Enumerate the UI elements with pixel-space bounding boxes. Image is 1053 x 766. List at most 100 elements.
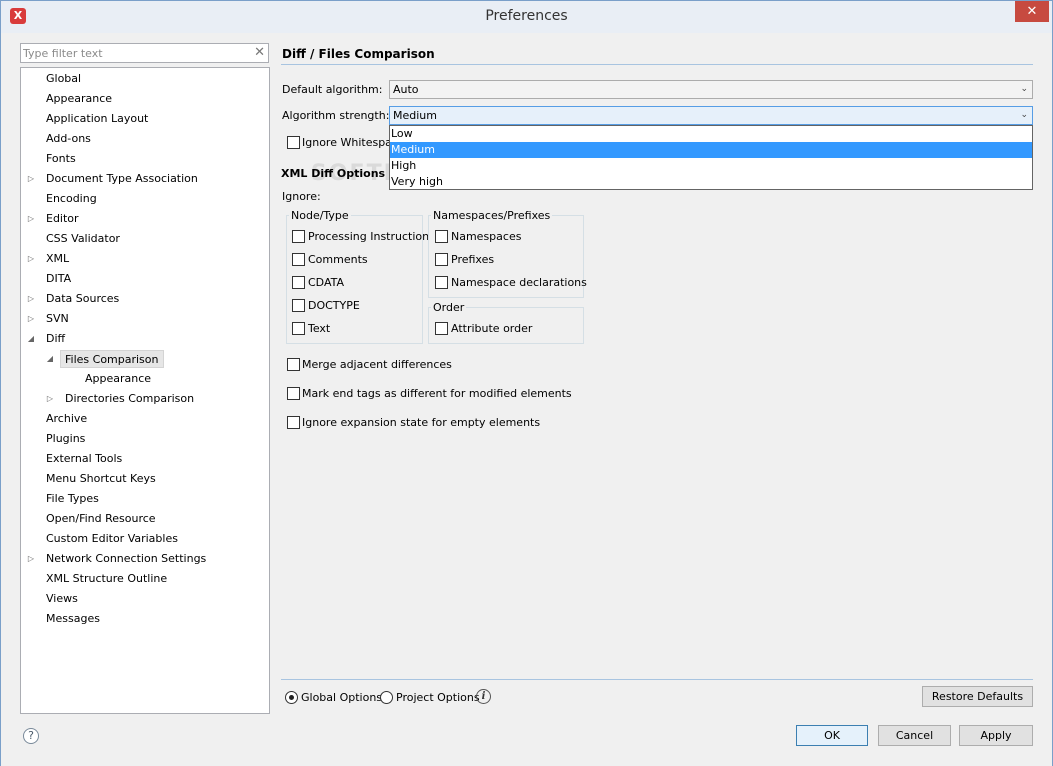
dialog-content: ✕ Global Appearance Application Layout Add-… xyxy=(1,33,1052,766)
filter-input[interactable] xyxy=(23,45,249,61)
tree-item[interactable]: ◢ Diff xyxy=(21,329,269,349)
default-algorithm-select[interactable]: Auto ⌄ xyxy=(389,80,1033,99)
ignore-whitespace-checkbox[interactable] xyxy=(287,136,300,149)
tree-expanded-icon[interactable]: ◢ xyxy=(45,349,55,369)
tree-item-label: Editor xyxy=(46,212,79,225)
tree-item[interactable]: Open/Find Resource xyxy=(21,509,269,529)
page-title: Diff / Files Comparison xyxy=(282,47,435,61)
tree-item[interactable]: Fonts xyxy=(21,149,269,169)
chevron-down-icon: ⌄ xyxy=(1020,110,1028,120)
chevron-down-icon: ⌄ xyxy=(1020,84,1028,94)
node-type-option-checkbox[interactable] xyxy=(292,276,305,289)
options-divider xyxy=(281,679,1033,680)
tree-expanded-icon[interactable]: ◢ xyxy=(26,329,36,349)
close-window-button[interactable]: ✕ xyxy=(1015,1,1049,22)
node-type-option-label: CDATA xyxy=(308,276,345,289)
tree-item[interactable]: DITA xyxy=(21,269,269,289)
tree-item[interactable]: CSS Validator xyxy=(21,229,269,249)
tree-item[interactable]: Add-ons xyxy=(21,129,269,149)
tree-item-label: Custom Editor Variables xyxy=(46,532,178,545)
tree-item[interactable]: File Types xyxy=(21,489,269,509)
info-icon[interactable]: i xyxy=(476,689,491,704)
node-type-option-checkbox[interactable] xyxy=(292,299,305,312)
tree-item-label: Appearance xyxy=(46,92,113,105)
tree-item[interactable]: Custom Editor Variables xyxy=(21,529,269,549)
tree-item[interactable]: Global xyxy=(21,69,269,89)
tree-item-label: Views xyxy=(46,592,78,605)
node-type-option-checkbox[interactable] xyxy=(292,322,305,335)
clear-filter-icon[interactable]: ✕ xyxy=(254,45,265,61)
mark-end-tags-checkbox[interactable] xyxy=(287,387,300,400)
tree-item[interactable]: ▷ SVN xyxy=(21,309,269,329)
preferences-window: X Preferences ✕ ✕ Global Appearance Applic… xyxy=(0,0,1053,766)
order-option-checkbox[interactable] xyxy=(435,322,448,335)
tree-item-label: Document Type Association xyxy=(46,172,198,185)
tree-item[interactable]: Menu Shortcut Keys xyxy=(21,469,269,489)
tree-item[interactable]: ◢ Files Comparison xyxy=(21,349,269,369)
tree-item[interactable]: ▷ XML xyxy=(21,249,269,269)
node-type-option-checkbox[interactable] xyxy=(292,253,305,266)
tree-item[interactable]: Views xyxy=(21,589,269,609)
namespace-option-label: Namespaces xyxy=(451,230,522,243)
strength-option[interactable]: Low xyxy=(390,126,1032,142)
help-icon[interactable]: ? xyxy=(23,728,39,744)
tree-item[interactable]: XML Structure Outline xyxy=(21,569,269,589)
strength-option[interactable]: Medium xyxy=(390,142,1032,158)
tree-item[interactable]: Appearance xyxy=(21,89,269,109)
tree-item[interactable]: Archive xyxy=(21,409,269,429)
tree-item[interactable]: Encoding xyxy=(21,189,269,209)
algorithm-strength-value: Medium xyxy=(393,109,437,122)
node-type-option-checkbox[interactable] xyxy=(292,230,305,243)
global-options-label: Global Options xyxy=(301,691,383,704)
tree-collapsed-icon[interactable]: ▷ xyxy=(26,549,36,569)
tree-item-label: Directories Comparison xyxy=(65,392,195,405)
tree-item[interactable]: Plugins xyxy=(21,429,269,449)
tree-item[interactable]: ▷ Directories Comparison xyxy=(21,389,269,409)
namespace-option-checkbox[interactable] xyxy=(435,276,448,289)
ignore-expansion-checkbox[interactable] xyxy=(287,416,300,429)
tree-item[interactable]: External Tools xyxy=(21,449,269,469)
ok-button[interactable]: OK xyxy=(796,725,868,746)
tree-collapsed-icon[interactable]: ▷ xyxy=(45,389,55,409)
filter-box: ✕ xyxy=(20,43,269,63)
tree-collapsed-icon[interactable]: ▷ xyxy=(26,249,36,269)
tree-item-label: Data Sources xyxy=(46,292,120,305)
tree-item[interactable]: Messages xyxy=(21,609,269,629)
default-algorithm-value: Auto xyxy=(393,83,419,96)
strength-option[interactable]: Very high xyxy=(390,174,1032,190)
tree-collapsed-icon[interactable]: ▷ xyxy=(26,289,36,309)
tree-item-label: Menu Shortcut Keys xyxy=(46,472,156,485)
project-options-radio[interactable] xyxy=(380,691,393,704)
tree-item-label: DITA xyxy=(46,272,72,285)
apply-button[interactable]: Apply xyxy=(959,725,1033,746)
tree-item-label: Application Layout xyxy=(46,112,149,125)
tree-item[interactable]: Application Layout xyxy=(21,109,269,129)
restore-defaults-button[interactable]: Restore Defaults xyxy=(922,686,1033,707)
tree-item-label: Encoding xyxy=(46,192,97,205)
tree-collapsed-icon[interactable]: ▷ xyxy=(26,309,36,329)
tree-item[interactable]: ▷ Editor xyxy=(21,209,269,229)
tree-collapsed-icon[interactable]: ▷ xyxy=(26,209,36,229)
namespace-option-checkbox[interactable] xyxy=(435,230,448,243)
tree-item[interactable]: ▷ Network Connection Settings xyxy=(21,549,269,569)
tree-collapsed-icon[interactable]: ▷ xyxy=(26,169,36,189)
namespace-option-checkbox[interactable] xyxy=(435,253,448,266)
algorithm-strength-select[interactable]: Medium ⌄ xyxy=(389,106,1033,125)
title-bar: X Preferences ✕ xyxy=(1,1,1052,33)
strength-option[interactable]: High xyxy=(390,158,1032,174)
xml-diff-options-heading: XML Diff Options xyxy=(281,167,386,180)
tree-item-label: Plugins xyxy=(46,432,86,445)
tree-item-label: Archive xyxy=(46,412,88,425)
node-type-option-label: Text xyxy=(308,322,331,335)
mark-end-tags-label: Mark end tags as different for modified … xyxy=(302,387,572,400)
ignore-expansion-label: Ignore expansion state for empty element… xyxy=(302,416,541,429)
tree-item-label: Fonts xyxy=(46,152,76,165)
tree-item[interactable]: ▷ Data Sources xyxy=(21,289,269,309)
merge-adjacent-checkbox[interactable] xyxy=(287,358,300,371)
global-options-radio[interactable] xyxy=(285,691,298,704)
tree-item-label: Global xyxy=(46,72,82,85)
cancel-button[interactable]: Cancel xyxy=(878,725,951,746)
tree-item[interactable]: ▷ Document Type Association xyxy=(21,169,269,189)
tree-item-label: File Types xyxy=(46,492,99,505)
tree-item[interactable]: Appearance xyxy=(21,369,269,389)
